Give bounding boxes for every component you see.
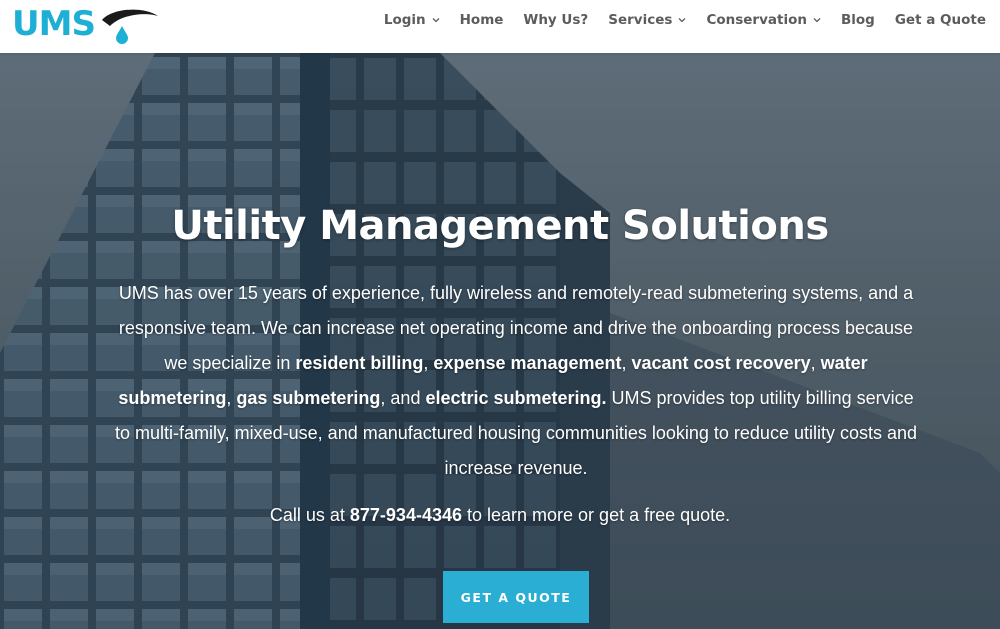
nav-label: Services [608,12,673,28]
call-suffix: to learn more or get a free quote. [462,505,731,525]
nav-item-conservation[interactable]: Conservation [706,12,821,28]
chevron-down-icon [813,18,821,23]
call-to-action-text: Call us at 877-934-4346 to learn more or… [0,505,1000,526]
separator: , [621,353,632,373]
nav-item-get-a-quote[interactable]: Get a Quote [895,12,986,28]
nav-label: Blog [840,12,875,28]
main-nav: Login Home Why Us? Services Conservation… [364,0,986,40]
nav-label: Why Us? [523,12,589,28]
separator: , and [380,388,426,408]
keyword-gas-submetering: gas submetering [236,388,381,408]
separator: , [810,353,821,373]
water-drop-swoosh-icon [102,9,158,44]
nav-label: Login [383,12,426,28]
nav-item-why-us[interactable]: Why Us? [523,12,588,28]
hero-description: UMS has over 15 years of experience, ful… [112,276,920,486]
chevron-down-icon [432,18,440,23]
nav-item-home[interactable]: Home [460,12,504,28]
keyword-electric-submetering: electric submetering. [425,388,607,408]
logo-text: UMS [12,4,96,44]
chevron-down-icon [678,18,686,23]
nav-item-login[interactable]: Login [384,12,440,28]
separator: , [423,353,434,373]
keyword-expense-management: expense management [433,353,622,373]
hero-section: Utility Management Solutions UMS has ove… [0,53,1000,629]
site-header: UMS Login Home Why Us? Services Conserva… [0,0,1000,53]
nav-label: Conservation [706,12,807,28]
phone-number[interactable]: 877-934-4346 [350,505,462,525]
keyword-vacant-cost-recovery: vacant cost recovery [631,353,811,373]
separator: , [226,388,237,408]
call-prefix: Call us at [269,505,350,525]
nav-label: Home [459,12,504,28]
nav-item-blog[interactable]: Blog [841,12,875,28]
ums-logo[interactable]: UMS [12,4,158,44]
nav-label: Get a Quote [894,12,986,28]
hero-title: Utility Management Solutions [171,203,829,249]
nav-item-services[interactable]: Services [608,12,686,28]
keyword-resident-billing: resident billing [295,353,424,373]
get-a-quote-button[interactable]: GET A QUOTE [443,571,589,623]
